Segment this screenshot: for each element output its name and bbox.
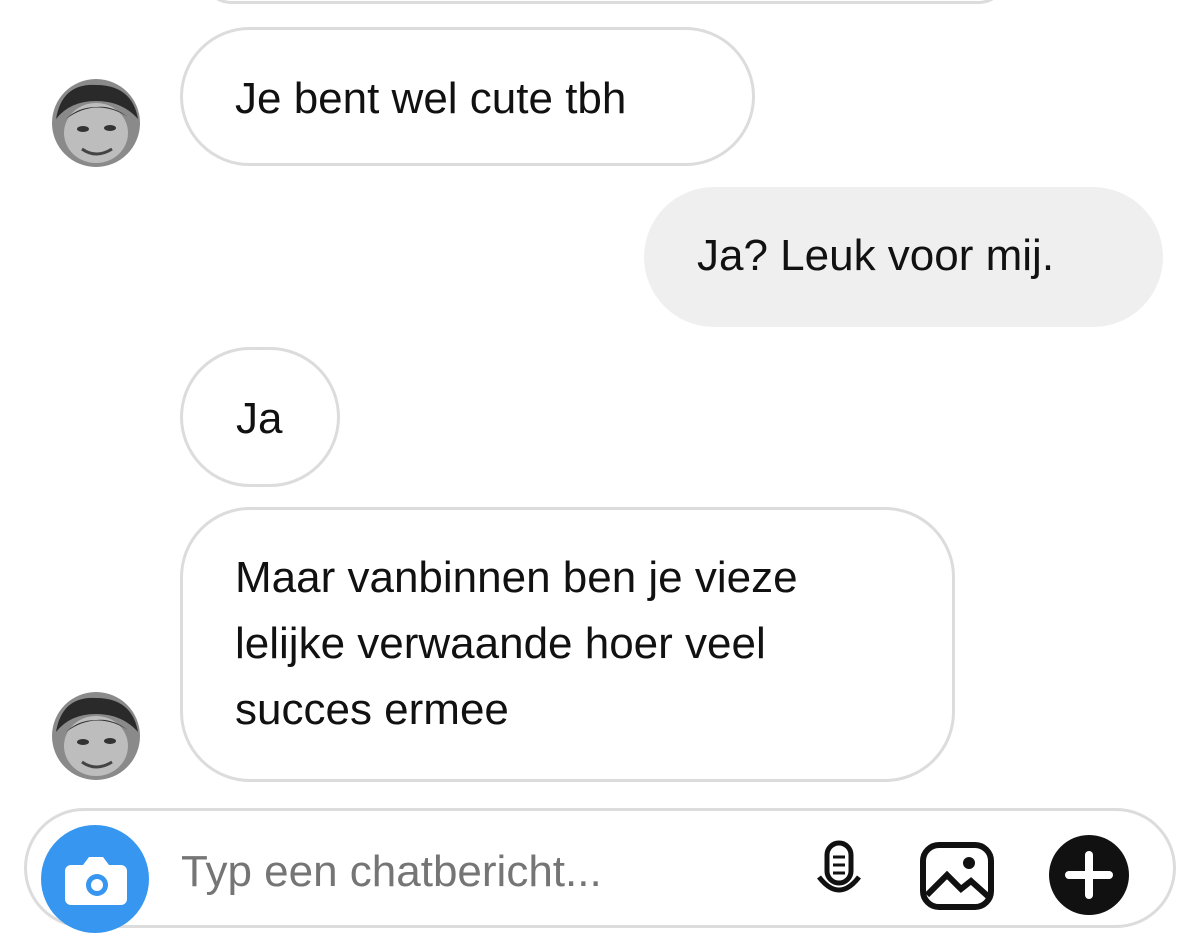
sender-avatar[interactable] bbox=[52, 692, 140, 780]
camera-button[interactable] bbox=[41, 825, 149, 933]
avatar-photo bbox=[52, 692, 140, 780]
message-bubble-received[interactable]: Maar vanbinnen ben je vieze lelijke verw… bbox=[180, 507, 955, 782]
message-text: Je bent wel cute tbh bbox=[235, 74, 627, 123]
avatar-photo bbox=[52, 79, 140, 167]
message-bubble-received[interactable]: Ja bbox=[180, 347, 340, 487]
gallery-icon[interactable] bbox=[917, 833, 997, 913]
message-bubble-received[interactable]: Je bent wel cute tbh bbox=[180, 27, 755, 166]
message-input[interactable] bbox=[181, 847, 741, 897]
camera-icon bbox=[65, 857, 127, 905]
previous-message-bubble bbox=[200, 0, 1010, 4]
message-text-line: Maar vanbinnen ben je vieze bbox=[235, 553, 798, 602]
message-text: Ja? Leuk voor mij. bbox=[697, 231, 1055, 280]
message-bubble-sent[interactable]: Ja? Leuk voor mij. bbox=[644, 187, 1163, 327]
message-text-line: lelijke verwaande hoer veel bbox=[235, 619, 766, 668]
add-icon[interactable] bbox=[1047, 833, 1131, 917]
sender-avatar[interactable] bbox=[52, 79, 140, 167]
microphone-icon[interactable] bbox=[815, 833, 863, 913]
message-text-line: succes ermee bbox=[235, 685, 509, 734]
message-composer[interactable] bbox=[24, 808, 1176, 933]
message-text: Ja bbox=[236, 394, 283, 443]
